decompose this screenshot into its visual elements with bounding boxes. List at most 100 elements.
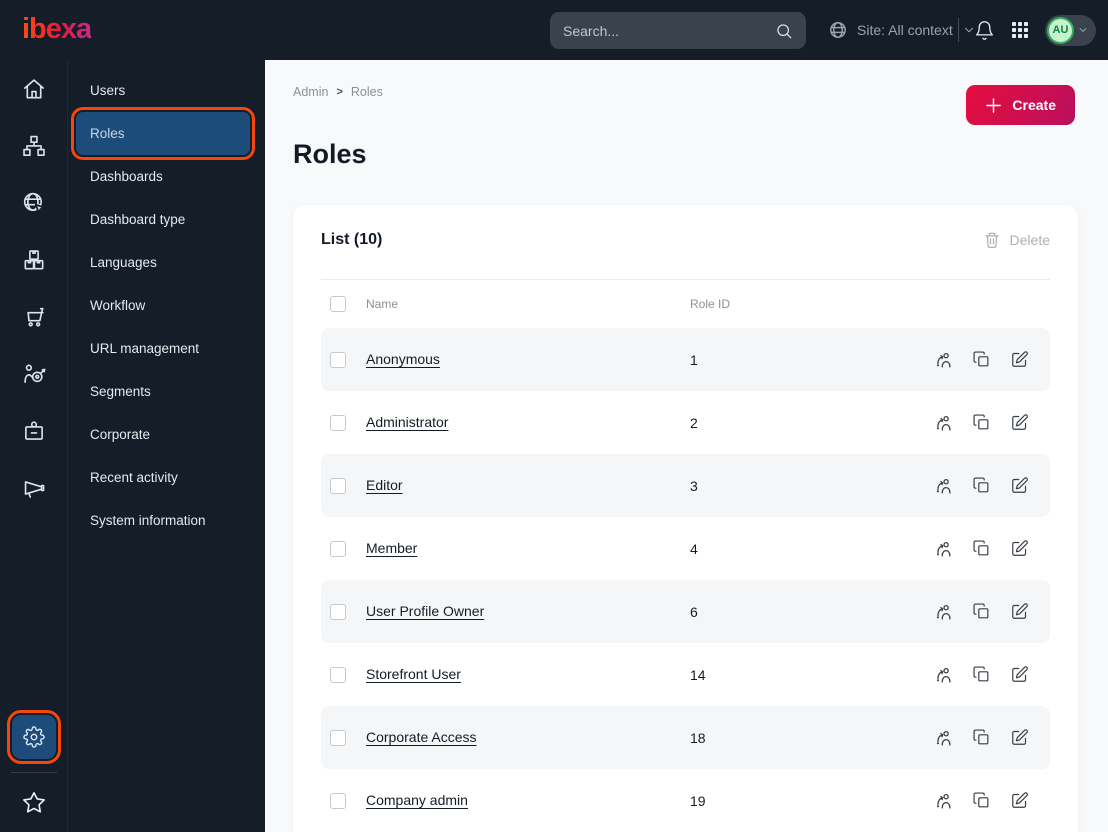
role-id-value: 6: [690, 603, 698, 620]
delete-button[interactable]: Delete: [983, 231, 1050, 249]
table-row: Anonymous 1: [321, 328, 1050, 391]
role-name-link[interactable]: Company admin: [366, 792, 468, 808]
topbar-divider: [958, 18, 959, 42]
sidebar-item-dashboard-type[interactable]: Dashboard type: [76, 198, 250, 241]
copy-icon: [972, 728, 991, 747]
role-id-value: 3: [690, 477, 698, 494]
row-checkbox[interactable]: [330, 477, 346, 494]
rail-item-content[interactable]: [0, 117, 68, 174]
rail-item-bookmarks[interactable]: [21, 782, 47, 824]
sidebar-item-segments[interactable]: Segments: [76, 370, 250, 413]
role-name-link[interactable]: Corporate Access: [366, 729, 477, 745]
role-id-value: 18: [690, 729, 706, 746]
rail-item-site[interactable]: [0, 174, 68, 231]
sidebar-item-roles[interactable]: Roles: [71, 107, 255, 160]
rail-item-dashboard[interactable]: [0, 60, 68, 117]
grid-icon: [1010, 20, 1030, 40]
assign-users-button[interactable]: [934, 413, 953, 432]
role-id-value: 4: [690, 540, 698, 557]
role-name-link[interactable]: User Profile Owner: [366, 603, 484, 619]
edit-button[interactable]: [1010, 476, 1029, 495]
role-name-link[interactable]: Member: [366, 540, 417, 556]
edit-button[interactable]: [1010, 413, 1029, 432]
edit-icon: [1010, 413, 1029, 432]
apps-menu-button[interactable]: [1010, 20, 1030, 40]
assign-users-button[interactable]: [934, 728, 953, 747]
notifications-button[interactable]: [974, 20, 995, 41]
edit-button[interactable]: [1010, 728, 1029, 747]
sidebar-item-url-management[interactable]: URL management: [76, 327, 250, 370]
edit-button[interactable]: [1010, 539, 1029, 558]
assign-users-button[interactable]: [934, 791, 953, 810]
row-actions: [934, 413, 1029, 432]
row-checkbox[interactable]: [330, 792, 346, 809]
copy-button[interactable]: [972, 791, 991, 810]
role-name-link[interactable]: Storefront User: [366, 666, 461, 682]
row-checkbox[interactable]: [330, 351, 346, 368]
assign-users-button[interactable]: [934, 539, 953, 558]
copy-button[interactable]: [972, 350, 991, 369]
search-input[interactable]: [563, 22, 775, 39]
row-checkbox[interactable]: [330, 414, 346, 431]
sidebar-item-dashboards[interactable]: Dashboards: [76, 155, 250, 198]
sidebar-item-system-information[interactable]: System information: [76, 499, 250, 542]
sidebar-item-users[interactable]: Users: [76, 69, 250, 112]
plus-icon: [985, 97, 1002, 114]
copy-button[interactable]: [972, 728, 991, 747]
edit-button[interactable]: [1010, 350, 1029, 369]
row-actions: [934, 665, 1029, 684]
global-search[interactable]: [550, 12, 806, 49]
assign-users-button[interactable]: [934, 350, 953, 369]
sidebar-item-label: Users: [90, 83, 126, 98]
row-checkbox[interactable]: [330, 729, 346, 746]
select-all-checkbox[interactable]: [330, 296, 346, 312]
create-button[interactable]: Create: [966, 85, 1075, 125]
role-name-link[interactable]: Editor: [366, 477, 403, 493]
role-name-link[interactable]: Administrator: [366, 414, 448, 430]
table-row: Member 4: [321, 517, 1050, 580]
shopping-cart-icon: [21, 304, 47, 330]
copy-button[interactable]: [972, 539, 991, 558]
role-name-link[interactable]: Anonymous: [366, 351, 440, 367]
copy-button[interactable]: [972, 413, 991, 432]
sidebar-item-languages[interactable]: Languages: [76, 241, 250, 284]
copy-button[interactable]: [972, 602, 991, 621]
assign-users-button[interactable]: [934, 476, 953, 495]
sidebar-item-corporate[interactable]: Corporate: [76, 413, 250, 456]
rail-item-marketing[interactable]: [0, 459, 68, 516]
rail-item-settings[interactable]: [7, 710, 61, 764]
rail-item-corporate[interactable]: [0, 402, 68, 459]
breadcrumb: Admin > Roles: [293, 85, 383, 99]
assign-user-icon: [934, 476, 953, 495]
table-row: User Profile Owner 6: [321, 580, 1050, 643]
row-checkbox[interactable]: [330, 666, 346, 683]
breadcrumb-roles[interactable]: Roles: [351, 85, 383, 99]
copy-icon: [972, 350, 991, 369]
row-checkbox[interactable]: [330, 540, 346, 557]
edit-button[interactable]: [1010, 602, 1029, 621]
table-rows: Anonymous 1 Administrator 2 Editor 3 Mem…: [321, 328, 1050, 832]
copy-button[interactable]: [972, 665, 991, 684]
sidebar-item-recent-activity[interactable]: Recent activity: [76, 456, 250, 499]
sidebar-item-workflow[interactable]: Workflow: [76, 284, 250, 327]
row-checkbox[interactable]: [330, 603, 346, 620]
user-menu-button[interactable]: AU: [1045, 14, 1096, 46]
edit-button[interactable]: [1010, 791, 1029, 810]
breadcrumb-admin[interactable]: Admin: [293, 85, 328, 99]
row-actions: [934, 791, 1029, 810]
site-context-label: Site: All context: [857, 22, 953, 38]
row-actions: [934, 539, 1029, 558]
site-context-selector[interactable]: Site: All context: [828, 0, 976, 60]
id-badge-icon: [21, 418, 47, 444]
edit-button[interactable]: [1010, 665, 1029, 684]
copy-button[interactable]: [972, 476, 991, 495]
assign-users-button[interactable]: [934, 602, 953, 621]
row-actions: [934, 602, 1029, 621]
rail-item-personalization[interactable]: [0, 345, 68, 402]
topbar: ibexa Site: All context: [0, 0, 1108, 60]
list-title: List (10): [321, 231, 383, 248]
row-actions: [934, 476, 1029, 495]
assign-users-button[interactable]: [934, 665, 953, 684]
rail-item-product-catalog[interactable]: [0, 231, 68, 288]
rail-item-commerce[interactable]: [0, 288, 68, 345]
